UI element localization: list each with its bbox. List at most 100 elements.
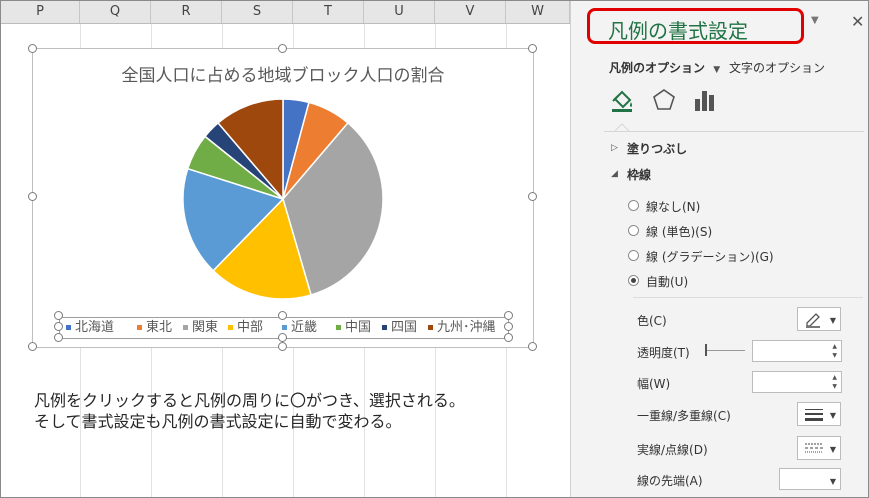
- legend-entry[interactable]: 中部: [228, 318, 263, 338]
- section-border[interactable]: 枠線: [627, 166, 651, 183]
- tab-text-options[interactable]: 文字のオプション: [729, 59, 825, 76]
- spin-up-icon[interactable]: ▲: [832, 374, 837, 381]
- pen-icon: [806, 313, 820, 328]
- column-header-s[interactable]: S: [222, 1, 293, 23]
- radio-automatic-label[interactable]: 自動(U): [646, 273, 688, 290]
- chevron-down-icon: ▼: [713, 65, 721, 75]
- chart-resize-handle[interactable]: [528, 44, 537, 53]
- pane-title-highlight: 凡例の書式設定: [587, 8, 804, 44]
- compound-type-button[interactable]: ▼: [797, 402, 841, 426]
- legend-swatch: [66, 325, 71, 330]
- chevron-down-icon: ▼: [829, 477, 836, 486]
- pane-title: 凡例の書式設定: [608, 19, 748, 43]
- legend-label: 四国: [391, 320, 418, 335]
- legend-entry[interactable]: 四国: [382, 318, 417, 338]
- transparency-label: 透明度(T): [637, 346, 690, 360]
- chart-resize-handle[interactable]: [278, 44, 287, 53]
- column-header-r[interactable]: R: [151, 1, 222, 23]
- legend-label: 東北: [146, 320, 173, 335]
- compound-type-label: 一重線/多重線(C): [637, 409, 731, 423]
- column-header-p[interactable]: P: [1, 1, 80, 23]
- column-header-q[interactable]: Q: [80, 1, 151, 23]
- column-header-v[interactable]: V: [435, 1, 506, 23]
- chart-resize-handle[interactable]: [528, 192, 537, 201]
- legend-label: 中部: [237, 320, 264, 335]
- fill-line-icon[interactable]: [609, 87, 635, 113]
- legend-resize-handle[interactable]: [504, 333, 513, 342]
- pane-menu-dropdown-icon[interactable]: ▼: [811, 15, 819, 26]
- legend-swatch: [228, 325, 233, 330]
- chevron-down-icon: ▼: [829, 445, 836, 454]
- legend-label: 関東: [192, 320, 219, 335]
- spin-down-icon[interactable]: ▼: [832, 383, 837, 390]
- radio-gradient-line-label[interactable]: 線 (グラデーション)(G): [646, 248, 774, 265]
- radio-solid-line[interactable]: [628, 225, 639, 236]
- radio-solid-line-label[interactable]: 線 (単色)(S): [646, 223, 712, 240]
- legend-entry[interactable]: 近畿: [282, 318, 317, 338]
- format-legend-pane: 凡例の書式設定 ▼ ✕ 凡例のオプション ▼ 文字のオプション ▷ 塗りつぶし: [570, 1, 868, 497]
- line-width-input[interactable]: ▲ ▼: [752, 371, 842, 393]
- cap-type-label: 線の先端(A): [637, 474, 703, 488]
- radio-no-line[interactable]: [628, 200, 639, 211]
- size-properties-icon[interactable]: [692, 87, 718, 113]
- expand-arrow-icon[interactable]: ▷: [611, 143, 618, 153]
- spin-down-icon[interactable]: ▼: [832, 352, 837, 359]
- chevron-down-icon: ▼: [829, 316, 836, 325]
- section-fill[interactable]: 塗りつぶし: [627, 140, 687, 157]
- radio-no-line-label[interactable]: 線なし(N): [646, 198, 700, 215]
- column-header-t[interactable]: T: [293, 1, 364, 23]
- legend-swatch: [183, 325, 188, 330]
- chart-resize-handle[interactable]: [278, 342, 287, 351]
- divider: [633, 297, 863, 298]
- legend-resize-handle[interactable]: [54, 322, 63, 331]
- legend-resize-handle[interactable]: [504, 311, 513, 320]
- legend-entry[interactable]: 中国: [336, 318, 371, 338]
- legend-resize-handle[interactable]: [278, 311, 287, 320]
- dash-type-button[interactable]: ▼: [797, 436, 841, 460]
- transparency-slider-handle[interactable]: [705, 344, 707, 356]
- legend-entry[interactable]: 関東: [183, 318, 218, 338]
- chart-resize-handle[interactable]: [528, 342, 537, 351]
- cap-type-dropdown[interactable]: ▼: [779, 468, 841, 490]
- compound-lines-icon: [805, 409, 823, 421]
- close-icon[interactable]: ✕: [851, 12, 864, 31]
- explanation-text: 凡例をクリックすると凡例の周りに〇がつき、選択される。 そして書式設定も凡例の書…: [34, 390, 465, 432]
- legend-swatch: [282, 325, 287, 330]
- legend-resize-handle[interactable]: [504, 322, 513, 331]
- transparency-slider[interactable]: [705, 350, 745, 351]
- legend-resize-handle[interactable]: [54, 311, 63, 320]
- column-header-bar: P Q R S T U V W: [1, 1, 570, 24]
- legend-swatch: [428, 325, 433, 330]
- legend-label: 北海道: [75, 320, 115, 335]
- legend-resize-handle[interactable]: [278, 333, 287, 342]
- transparency-input[interactable]: ▲ ▼: [752, 340, 842, 362]
- outline-color-button[interactable]: ▼: [797, 307, 841, 331]
- window-frame: P Q R S T U V W 全国人口に占める地域ブロック人口の割合 北海道東…: [0, 0, 869, 498]
- dash-lines-icon: [805, 443, 823, 453]
- chart-resize-handle[interactable]: [28, 342, 37, 351]
- radio-automatic[interactable]: [628, 275, 639, 286]
- dash-type-label: 実線/点線(D): [637, 443, 708, 457]
- chart-resize-handle[interactable]: [28, 44, 37, 53]
- color-label: 色(C): [637, 314, 667, 328]
- legend-entry[interactable]: 東北: [137, 318, 172, 338]
- legend-resize-handle[interactable]: [54, 333, 63, 342]
- chart-resize-handle[interactable]: [28, 192, 37, 201]
- collapse-arrow-icon[interactable]: ◢: [611, 169, 618, 179]
- pie-plot-area[interactable]: [33, 49, 533, 309]
- width-label: 幅(W): [637, 377, 671, 391]
- tab-legend-options[interactable]: 凡例のオプション ▼: [609, 59, 720, 76]
- column-header-u[interactable]: U: [364, 1, 435, 23]
- legend-entry[interactable]: 北海道: [66, 318, 114, 338]
- chevron-down-icon: ▼: [829, 411, 836, 420]
- pie-chart[interactable]: 全国人口に占める地域ブロック人口の割合 北海道 東北 関東 中部 近畿 中国 四国 九州･沖縄: [32, 48, 534, 348]
- tab-legend-options-label: 凡例のオプション: [609, 61, 706, 75]
- spin-up-icon[interactable]: ▲: [832, 343, 837, 350]
- legend-label: 近畿: [291, 320, 318, 335]
- radio-gradient-line[interactable]: [628, 250, 639, 261]
- legend-entry[interactable]: 九州･沖縄: [428, 318, 496, 338]
- legend-swatch: [336, 325, 341, 330]
- effects-pentagon-icon[interactable]: [651, 87, 677, 113]
- column-header-w[interactable]: W: [506, 1, 570, 23]
- legend-label: 九州･沖縄: [437, 320, 496, 335]
